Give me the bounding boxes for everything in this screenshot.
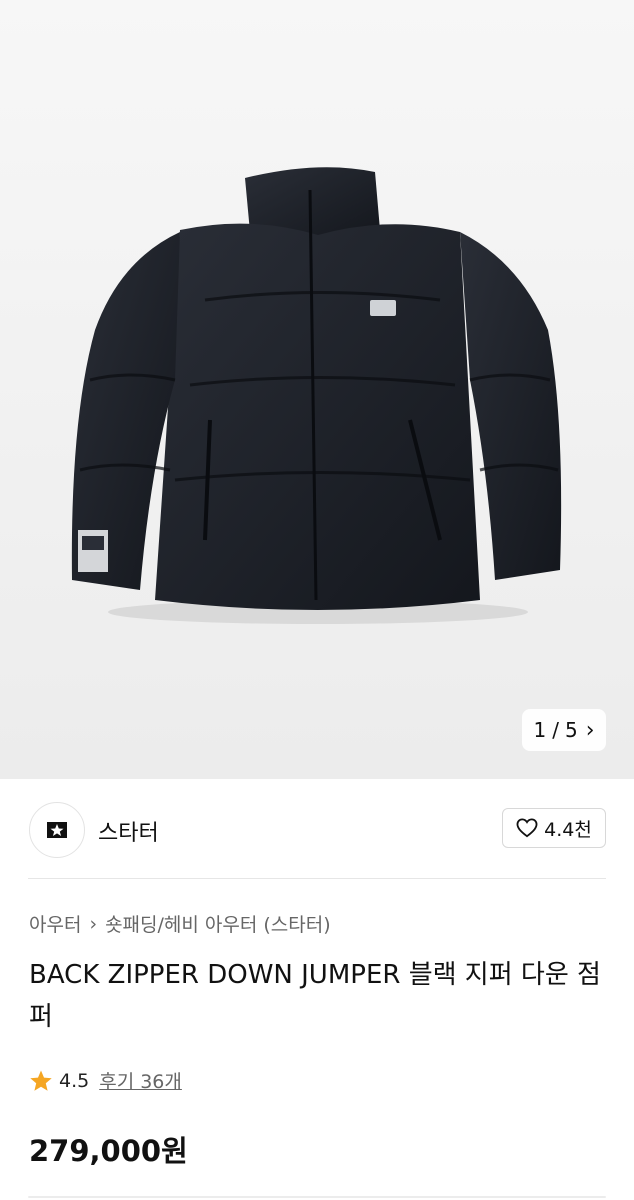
like-count: 4.4천 [544, 818, 592, 841]
reviews-link[interactable]: 후기 36개 [99, 1067, 182, 1094]
breadcrumb-level2[interactable]: 숏패딩/헤비 아우터 (스타터) [105, 910, 331, 937]
divider [28, 878, 606, 879]
divider [28, 1196, 606, 1198]
pager-total: 5 [564, 718, 578, 742]
star-icon [30, 1070, 52, 1091]
image-pager[interactable]: 1 / 5 › [522, 709, 606, 751]
product-image [71, 167, 562, 624]
pager-current: 1 [533, 718, 547, 742]
like-button[interactable]: 4.4천 [502, 808, 606, 848]
brand-name[interactable]: 스타터 [98, 815, 159, 847]
product-image-gallery[interactable]: 1 / 5 › [0, 0, 634, 779]
chevron-right-icon: › [89, 912, 98, 935]
product-price: 279,000원 [29, 1134, 188, 1168]
pager-separator: / [552, 718, 559, 742]
chevron-right-icon[interactable]: › [586, 718, 595, 743]
product-title: BACK ZIPPER DOWN JUMPER 블랙 지퍼 다운 점퍼 [29, 960, 601, 1032]
rating-row: 4.5 후기 36개 [29, 1067, 182, 1094]
rating-value: 4.5 [59, 1069, 90, 1092]
breadcrumb-level1[interactable]: 아우터 [29, 910, 81, 937]
heart-outline-icon [516, 818, 538, 838]
brand-row: 스타터 4.4천 [0, 779, 634, 879]
brand-logo[interactable] [29, 802, 85, 858]
starter-logo-icon [47, 822, 67, 838]
breadcrumb: 아우터 › 숏패딩/헤비 아우터 (스타터) [29, 910, 331, 937]
